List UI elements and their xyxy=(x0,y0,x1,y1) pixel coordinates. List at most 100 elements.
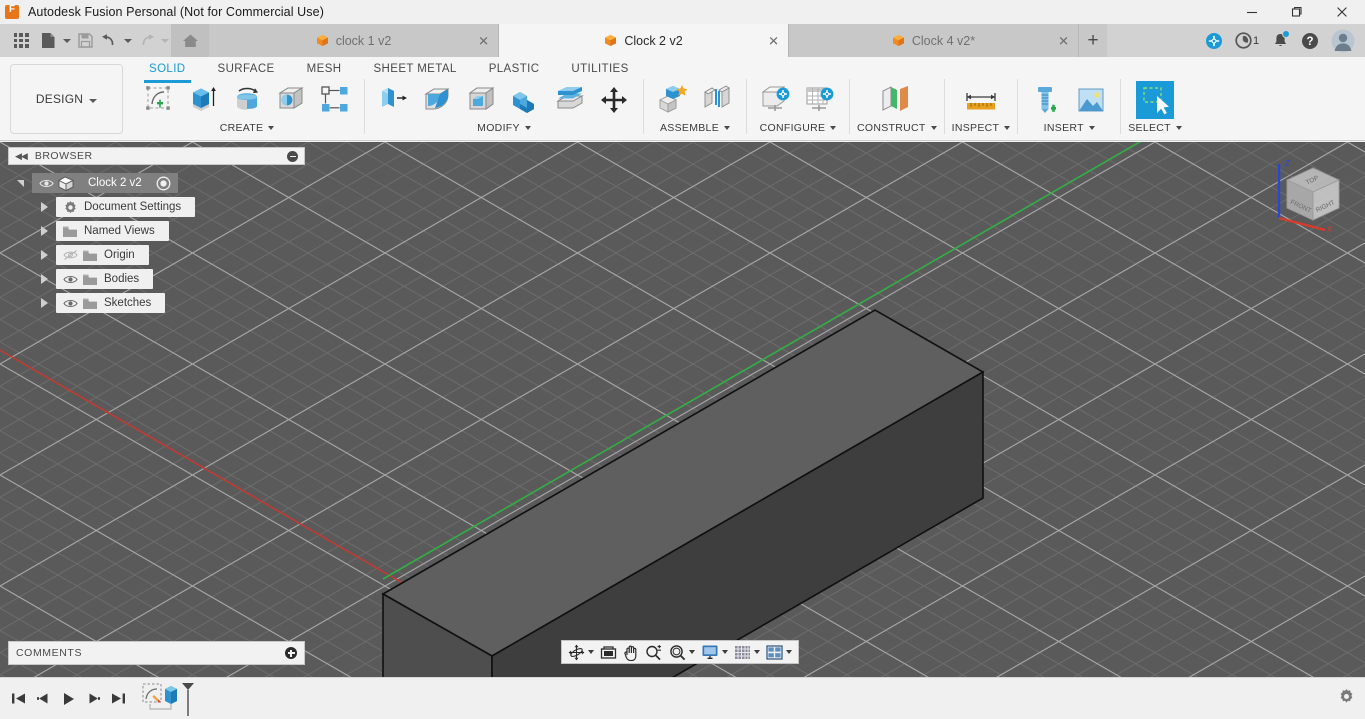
eye-icon[interactable] xyxy=(60,298,80,309)
document-tab-clock-1[interactable]: clock 1 v2 ✕ xyxy=(209,24,499,57)
ribbon-group-label[interactable]: MODIFY xyxy=(477,122,531,134)
ribbon-group-label[interactable]: SELECT xyxy=(1128,122,1182,134)
play-icon[interactable] xyxy=(56,678,81,719)
add-comment-icon[interactable] xyxy=(285,647,297,659)
close-icon[interactable]: ✕ xyxy=(1058,34,1069,47)
viewports-icon[interactable] xyxy=(763,641,795,663)
tree-row-document-settings[interactable]: Document Settings xyxy=(8,195,305,219)
new-component-icon[interactable] xyxy=(651,79,695,121)
configuration-icon[interactable] xyxy=(754,79,798,121)
expand-arrow-right-icon[interactable] xyxy=(32,250,56,260)
tab-sheet-metal[interactable]: SHEET METAL xyxy=(357,59,472,79)
tab-surface[interactable]: SURFACE xyxy=(202,59,291,79)
job-status-clock-icon[interactable]: 1 xyxy=(1229,24,1265,57)
step-back-icon[interactable] xyxy=(31,678,56,719)
revolve-icon[interactable] xyxy=(225,79,269,121)
new-file-icon[interactable] xyxy=(36,24,60,57)
offset-plane-icon[interactable] xyxy=(871,79,923,121)
chevron-down-icon[interactable] xyxy=(689,650,695,654)
eye-hidden-icon[interactable] xyxy=(60,249,80,261)
chevron-down-icon[interactable] xyxy=(786,650,792,654)
tab-mesh[interactable]: MESH xyxy=(291,59,358,79)
expand-arrow-right-icon[interactable] xyxy=(32,226,56,236)
eye-icon[interactable] xyxy=(60,274,80,285)
home-icon[interactable] xyxy=(171,24,209,57)
new-file-dropdown-caret-icon[interactable] xyxy=(60,24,73,57)
extrude-icon[interactable] xyxy=(181,79,225,121)
fillet-icon[interactable] xyxy=(416,79,460,121)
zoom-window-icon[interactable] xyxy=(666,641,698,663)
tree-row-named-views[interactable]: Named Views xyxy=(8,219,305,243)
expand-arrow-right-icon[interactable] xyxy=(32,298,56,308)
tab-plastic[interactable]: PLASTIC xyxy=(473,59,556,79)
insert-canvas-icon[interactable] xyxy=(1069,79,1113,121)
comments-panel[interactable]: COMMENTS xyxy=(8,641,305,665)
tree-row-root[interactable]: Clock 2 v2 xyxy=(8,171,305,195)
ribbon-group-label[interactable]: ASSEMBLE xyxy=(660,122,730,134)
radio-active-icon[interactable] xyxy=(154,176,174,191)
maximize-button[interactable] xyxy=(1274,0,1319,24)
ribbon-group-label[interactable]: CONFIGURE xyxy=(760,122,837,134)
create-sketch-icon[interactable] xyxy=(137,79,181,121)
bell-icon[interactable] xyxy=(1265,24,1295,57)
measure-icon[interactable] xyxy=(955,79,1007,121)
question-help-icon[interactable]: ? xyxy=(1295,24,1325,57)
pan-hand-icon[interactable] xyxy=(620,641,642,663)
jump-to-beginning-icon[interactable] xyxy=(6,678,31,719)
redo-icon[interactable] xyxy=(134,24,158,57)
expand-arrow-right-icon[interactable] xyxy=(32,202,56,212)
display-settings-icon[interactable] xyxy=(698,641,731,663)
document-tab-clock-2[interactable]: Clock 2 v2 ✕ xyxy=(499,24,789,57)
rectangular-pattern-icon[interactable] xyxy=(313,79,357,121)
joint-icon[interactable] xyxy=(695,79,739,121)
configuration-table-icon[interactable] xyxy=(798,79,842,121)
jump-to-end-icon[interactable] xyxy=(106,678,131,719)
move-copy-icon[interactable] xyxy=(592,79,636,121)
app-grid-icon[interactable] xyxy=(6,24,36,57)
eye-icon[interactable] xyxy=(36,178,56,189)
tab-utilities[interactable]: UTILITIES xyxy=(555,59,644,79)
step-forward-icon[interactable] xyxy=(81,678,106,719)
ribbon-group-label[interactable]: CONSTRUCT xyxy=(857,122,937,134)
undo-dropdown-caret-icon[interactable] xyxy=(121,24,134,57)
redo-dropdown-caret-icon[interactable] xyxy=(158,24,171,57)
combine-icon[interactable] xyxy=(504,79,548,121)
shell-icon[interactable] xyxy=(460,79,504,121)
insert-mcmaster-icon[interactable] xyxy=(1025,79,1069,121)
view-cube[interactable]: Z X TOP FRONT RIGHT xyxy=(1265,150,1355,236)
tree-row-origin[interactable]: Origin xyxy=(8,243,305,267)
expand-arrow-down-icon[interactable] xyxy=(8,179,32,187)
press-pull-icon[interactable] xyxy=(372,79,416,121)
workspace-switcher-design[interactable]: DESIGN xyxy=(10,64,123,134)
orbit-icon[interactable] xyxy=(565,641,597,663)
chevron-down-icon[interactable] xyxy=(722,650,728,654)
tree-row-bodies[interactable]: Bodies xyxy=(8,267,305,291)
user-avatar-icon[interactable] xyxy=(1325,24,1361,57)
tab-solid[interactable]: SOLID xyxy=(133,59,202,83)
new-document-tab-button[interactable]: + xyxy=(1079,24,1107,57)
save-icon[interactable] xyxy=(73,24,97,57)
select-window-icon[interactable] xyxy=(1129,79,1181,121)
undo-icon[interactable] xyxy=(97,24,121,57)
extension-add-icon[interactable] xyxy=(1199,24,1229,57)
close-button[interactable] xyxy=(1319,0,1365,24)
chevron-down-icon[interactable] xyxy=(754,650,760,654)
offset-face-icon[interactable] xyxy=(548,79,592,121)
chevron-down-icon[interactable] xyxy=(588,650,594,654)
gear-icon[interactable] xyxy=(1338,688,1355,710)
collapse-left-icon[interactable]: ◀◀ xyxy=(15,151,28,162)
grid-snaps-icon[interactable] xyxy=(731,641,763,663)
ribbon-group-label[interactable]: CREATE xyxy=(220,122,275,134)
ribbon-group-label[interactable]: INSERT xyxy=(1044,122,1095,134)
close-icon[interactable]: ✕ xyxy=(768,34,779,47)
minimize-button[interactable] xyxy=(1229,0,1274,24)
expand-arrow-right-icon[interactable] xyxy=(32,274,56,284)
document-tab-clock-4[interactable]: Clock 4 v2* ✕ xyxy=(789,24,1079,57)
minimize-circle-icon[interactable] xyxy=(287,150,298,162)
hole-icon[interactable] xyxy=(269,79,313,121)
tree-row-sketches[interactable]: Sketches xyxy=(8,291,305,315)
zoom-icon[interactable] xyxy=(642,641,666,663)
fit-view-icon[interactable] xyxy=(597,641,620,663)
ribbon-group-label[interactable]: INSPECT xyxy=(952,122,1011,134)
close-icon[interactable]: ✕ xyxy=(478,34,489,47)
